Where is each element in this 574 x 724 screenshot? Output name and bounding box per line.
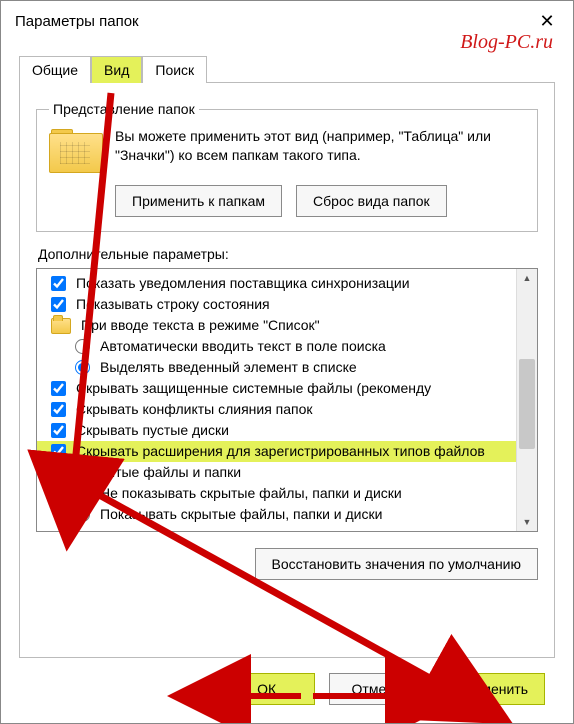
close-icon: ✕ — [539, 11, 554, 32]
advanced-params-label: Дополнительные параметры: — [38, 246, 538, 262]
chk-hide-protected-os-files[interactable] — [51, 381, 66, 396]
apply-to-folders-button[interactable]: Применить к папкам — [115, 185, 282, 217]
folder-icon — [51, 465, 71, 481]
scroll-up-icon[interactable]: ▲ — [517, 269, 537, 287]
reset-folder-view-button[interactable]: Сброс вида папок — [296, 185, 447, 217]
tabs: Общие Вид Поиск — [19, 55, 573, 82]
opt-hide-empty-drives[interactable]: Скрывать пустые диски — [37, 420, 517, 441]
scroll-down-icon[interactable]: ▼ — [517, 513, 537, 531]
opt-hide-protected-os-files[interactable]: Скрывать защищенные системные файлы (рек… — [37, 378, 517, 399]
scroll-thumb[interactable] — [519, 359, 535, 449]
close-button[interactable]: ✕ — [527, 1, 567, 41]
chk-show-sync-notifications[interactable] — [51, 276, 66, 291]
opt-show-sync-notifications[interactable]: Показать уведомления поставщика синхрони… — [37, 273, 517, 294]
chk-show-status-bar[interactable] — [51, 297, 66, 312]
apply-button[interactable]: Применить — [439, 673, 545, 705]
titlebar: Параметры папок ✕ — [1, 1, 573, 41]
opt-auto-type-search[interactable]: Автоматически вводить текст в поле поиск… — [37, 336, 517, 357]
restore-defaults-button[interactable]: Восстановить значения по умолчанию — [255, 548, 538, 580]
chk-hide-empty-drives[interactable] — [51, 423, 66, 438]
chk-hide-extensions[interactable] — [51, 444, 66, 459]
radio-auto-type-search[interactable] — [75, 339, 90, 354]
folder-icon — [51, 318, 71, 334]
folder-icon — [49, 131, 101, 173]
group-list-mode-typing: При вводе текста в режиме "Список" — [37, 315, 517, 336]
window-title: Параметры папок — [15, 13, 527, 30]
dialog-buttons: ОК Отмена Применить — [219, 673, 545, 705]
opt-hide-merge-conflicts[interactable]: Скрывать конфликты слияния папок — [37, 399, 517, 420]
opt-dont-show-hidden[interactable]: Не показывать скрытые файлы, папки и дис… — [37, 483, 517, 504]
ok-button[interactable]: ОК — [219, 673, 315, 705]
tree-scrollbar[interactable]: ▲ ▼ — [516, 269, 537, 531]
opt-show-status-bar[interactable]: Показывать строку состояния — [37, 294, 517, 315]
tab-panel-view: Представление папок Вы можете применить … — [19, 82, 555, 658]
opt-hide-extensions[interactable]: Скрывать расширения для зарегистрированн… — [37, 441, 535, 462]
advanced-settings-tree: Показать уведомления поставщика синхрони… — [36, 268, 538, 532]
opt-select-typed-item[interactable]: Выделять введенный элемент в списке — [37, 357, 517, 378]
tab-view[interactable]: Вид — [91, 56, 142, 83]
folder-representation-group: Представление папок Вы можете применить … — [36, 101, 538, 232]
folder-representation-legend: Представление папок — [49, 101, 199, 117]
folder-options-window: Параметры папок ✕ Blog-PC.ru Общие Вид П… — [0, 0, 574, 724]
radio-dont-show-hidden[interactable] — [75, 486, 90, 501]
chk-hide-merge-conflicts[interactable] — [51, 402, 66, 417]
opt-show-hidden[interactable]: Показывать скрытые файлы, папки и диски — [37, 504, 517, 525]
folder-representation-text: Вы можете применить этот вид (например, … — [115, 127, 525, 165]
cancel-button[interactable]: Отмена — [329, 673, 425, 705]
radio-show-hidden[interactable] — [75, 507, 90, 522]
tab-general[interactable]: Общие — [19, 56, 91, 83]
group-hidden-files: Скрытые файлы и папки — [37, 462, 517, 483]
radio-select-typed-item[interactable] — [75, 360, 90, 375]
tab-search[interactable]: Поиск — [142, 56, 207, 83]
